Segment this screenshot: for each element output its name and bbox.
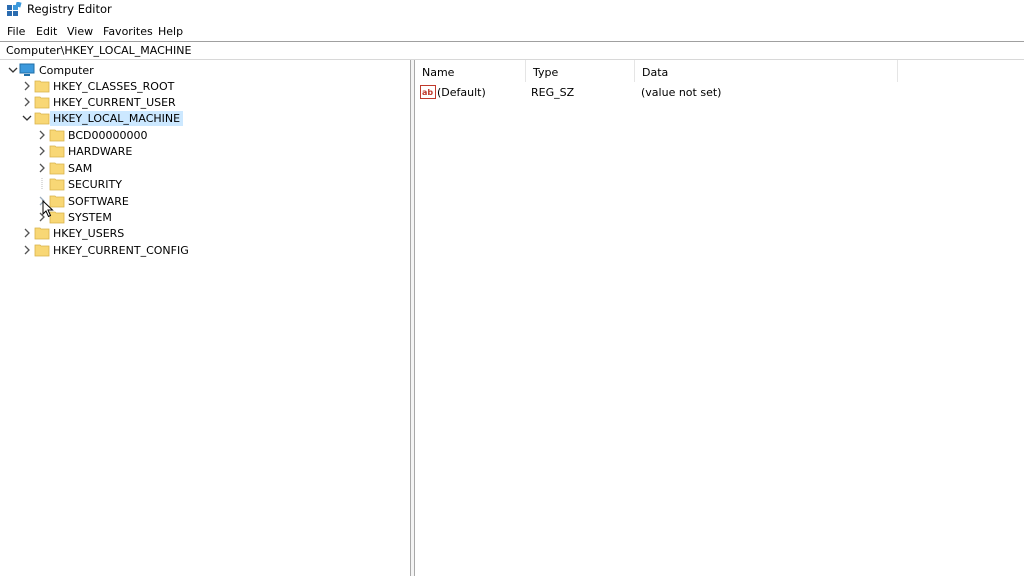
registry-editor-icon: [7, 1, 22, 17]
tree-label: SYSTEM: [68, 211, 112, 224]
menu-help[interactable]: Help: [158, 25, 183, 38]
tree-node-hkey-current-user[interactable]: HKEY_CURRENT_USER: [0, 94, 200, 110]
tree-label: HKEY_USERS: [53, 227, 125, 240]
column-header-name[interactable]: Name: [415, 60, 526, 82]
title-bar: Registry Editor: [0, 0, 1024, 20]
menu-file[interactable]: File: [7, 25, 25, 38]
tree-label: SAM: [68, 162, 93, 175]
folder-icon: [49, 161, 65, 175]
column-header-type[interactable]: Type: [526, 60, 635, 82]
chevron-right-icon[interactable]: [36, 129, 48, 143]
tree-label: HARDWARE: [68, 145, 133, 158]
tree-node-hkey-current-config[interactable]: HKEY_CURRENT_CONFIG: [0, 242, 200, 258]
address-path[interactable]: Computer\HKEY_LOCAL_MACHINE: [6, 44, 191, 57]
chevron-down-icon[interactable]: [7, 64, 19, 78]
address-bar[interactable]: Computer\HKEY_LOCAL_MACHINE: [0, 41, 1024, 60]
tree-label: SOFTWARE: [68, 195, 129, 208]
chevron-right-icon[interactable]: [36, 145, 48, 159]
column-header-label: Data: [642, 66, 669, 79]
tree-label-selected: HKEY_LOCAL_MACHINE: [50, 111, 184, 126]
chevron-right-icon[interactable]: [21, 244, 33, 258]
tree-label: HKEY_CURRENT_USER: [53, 96, 176, 109]
chevron-right-icon[interactable]: [36, 162, 48, 176]
values-list[interactable]: Name Type Data ab (Default) REG_SZ (valu…: [415, 60, 1024, 576]
tree-connector-line: [36, 178, 48, 192]
string-value-icon: ab: [420, 85, 436, 99]
folder-icon: [34, 226, 50, 240]
window-title: Registry Editor: [27, 2, 112, 16]
menu-edit[interactable]: Edit: [36, 25, 57, 38]
tree-label: SECURITY: [68, 178, 122, 191]
tree-node-hardware[interactable]: HARDWARE: [0, 143, 200, 159]
folder-icon: [49, 177, 65, 191]
value-data: (value not set): [641, 86, 722, 99]
value-row[interactable]: ab (Default) REG_SZ (value not set): [415, 84, 1024, 102]
value-name: (Default): [437, 86, 486, 99]
folder-icon: [49, 144, 65, 158]
folder-icon: [34, 95, 50, 109]
tree-node-hkey-classes-root[interactable]: HKEY_CLASSES_ROOT: [0, 78, 200, 94]
tree-label: BCD00000000: [68, 129, 148, 142]
tree-node-bcd00000000[interactable]: BCD00000000: [0, 127, 200, 143]
folder-icon: [34, 79, 50, 93]
tree-node-hkey-local-machine[interactable]: HKEY_LOCAL_MACHINE: [0, 110, 200, 126]
value-type: REG_SZ: [531, 86, 575, 99]
tree-node-sam[interactable]: SAM: [0, 160, 200, 176]
menu-view[interactable]: View: [67, 25, 93, 38]
menu-bar: File Edit View Favorites Help: [0, 22, 1024, 40]
svg-text:ab: ab: [422, 88, 433, 97]
folder-icon: [34, 243, 50, 257]
computer-icon: [19, 63, 35, 77]
tree-node-computer[interactable]: Computer: [0, 62, 120, 78]
tree-label: HKEY_CLASSES_ROOT: [53, 80, 175, 93]
tree-node-hkey-users[interactable]: HKEY_USERS: [0, 225, 200, 241]
tree-node-system[interactable]: SYSTEM: [0, 209, 200, 225]
tree-label-computer: Computer: [39, 64, 94, 77]
folder-icon: [49, 128, 65, 142]
tree-node-software[interactable]: SOFTWARE: [0, 193, 200, 209]
chevron-right-icon[interactable]: [21, 227, 33, 241]
menu-favorites[interactable]: Favorites: [103, 25, 153, 38]
chevron-right-icon[interactable]: [21, 80, 33, 94]
chevron-right-icon[interactable]: [21, 96, 33, 110]
mouse-pointer-icon: [42, 199, 54, 218]
key-tree[interactable]: Computer HKEY_CLASSES_ROOT HKEY_CURRENT_…: [0, 60, 411, 576]
folder-icon: [34, 111, 50, 125]
column-header-label: Type: [533, 66, 559, 79]
chevron-down-icon[interactable]: [21, 112, 33, 126]
column-header-data[interactable]: Data: [635, 60, 898, 82]
tree-node-security[interactable]: SECURITY: [0, 176, 200, 192]
tree-label: HKEY_CURRENT_CONFIG: [53, 244, 189, 257]
column-header-label: Name: [422, 66, 455, 79]
